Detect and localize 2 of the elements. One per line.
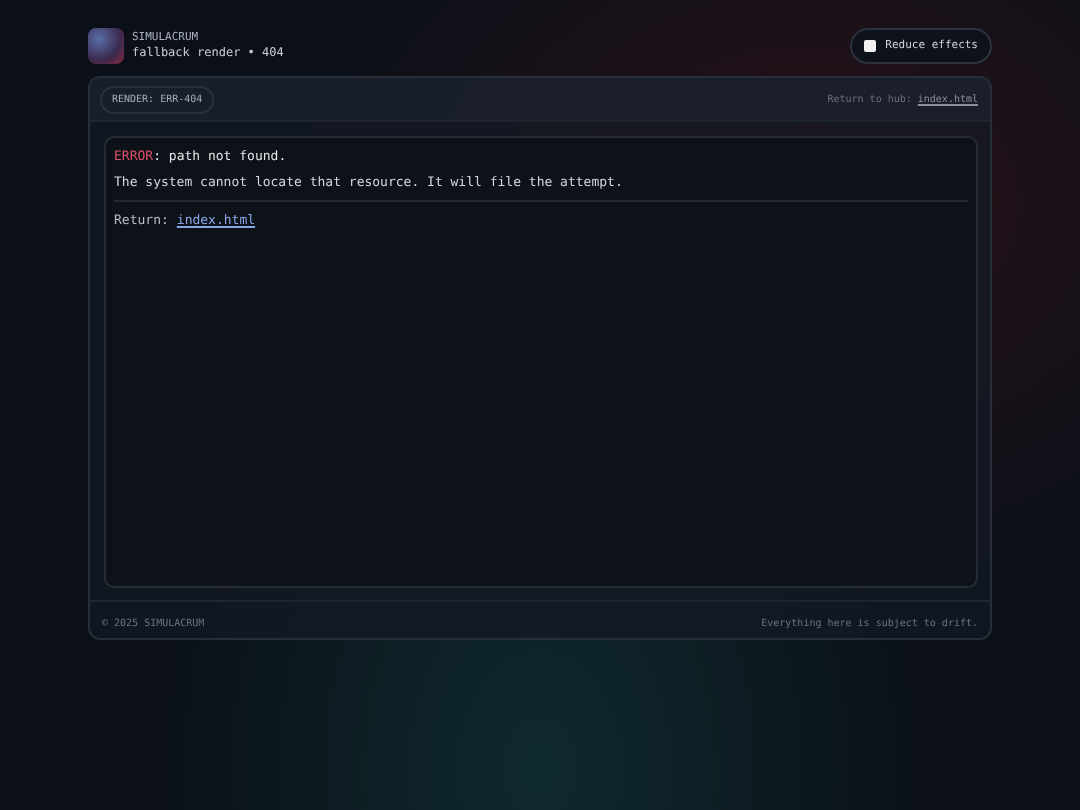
checkbox[interactable]: [863, 39, 876, 51]
logo-icon: [88, 27, 124, 63]
